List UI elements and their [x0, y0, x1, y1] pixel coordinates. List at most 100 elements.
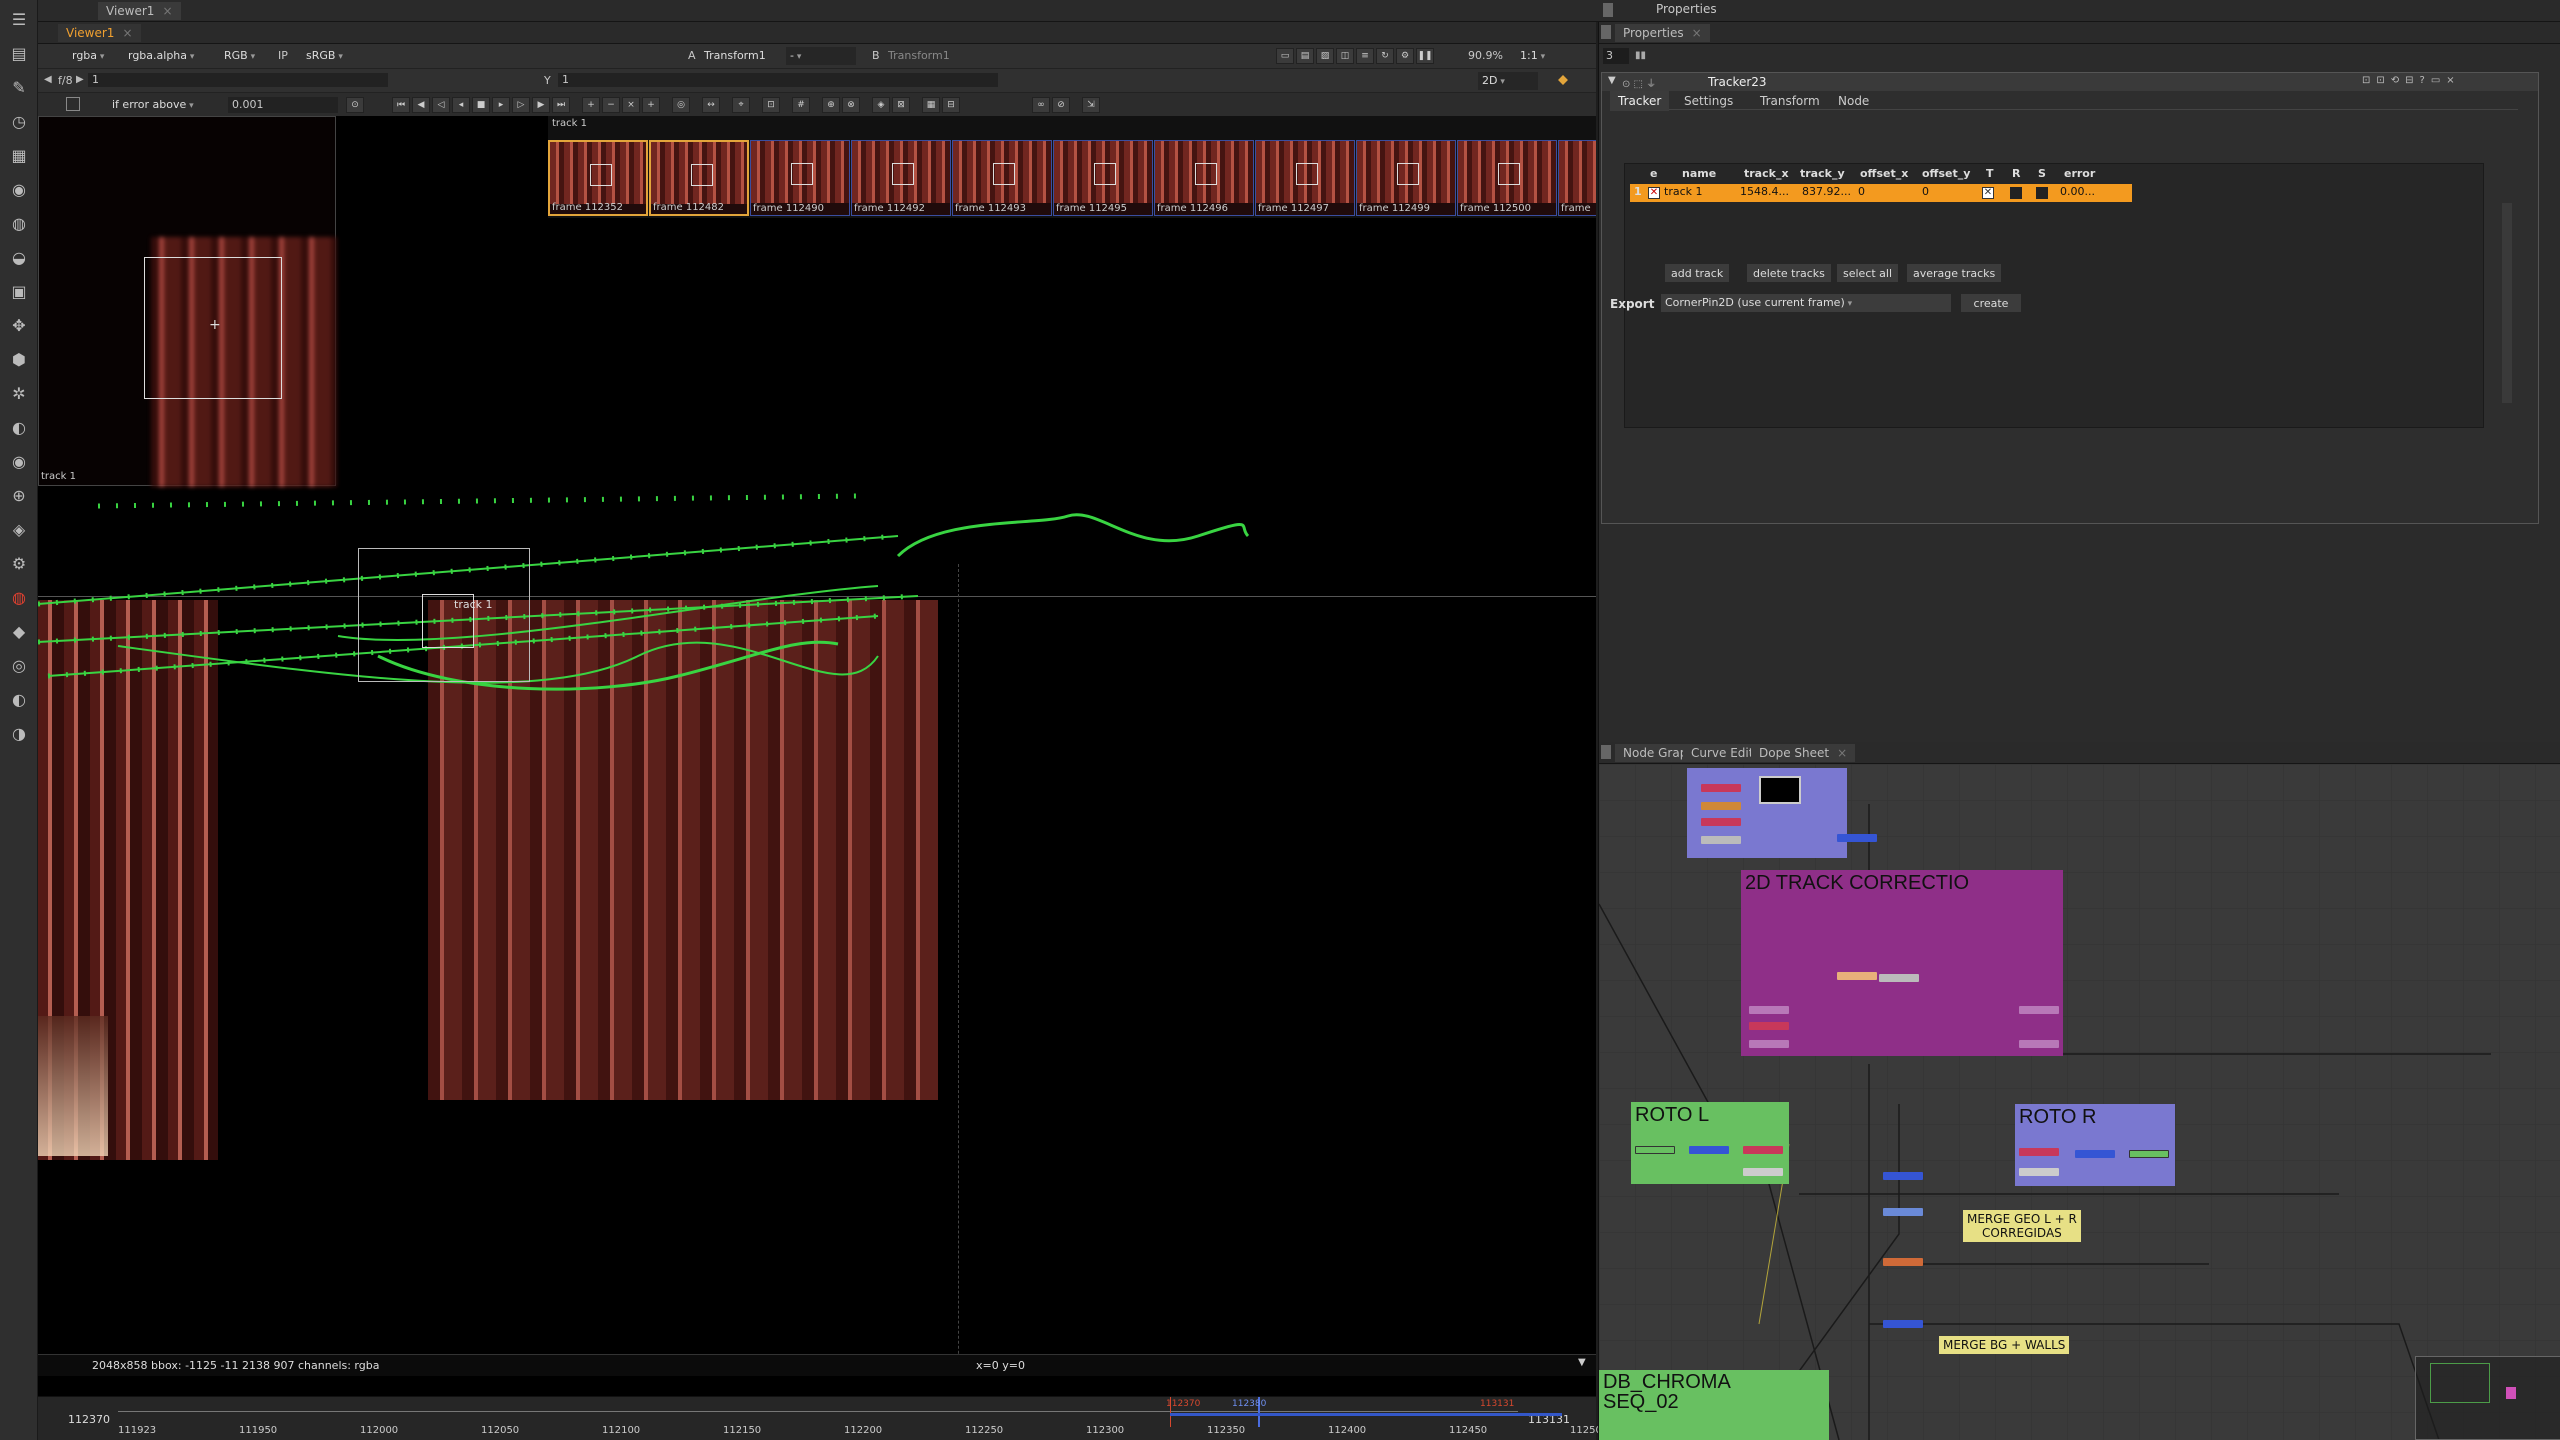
node[interactable] [1883, 1208, 1923, 1216]
show-error-icon[interactable]: ⊡ [762, 97, 780, 113]
keyframe-remove-icon[interactable]: − [602, 97, 620, 113]
t-checkbox[interactable]: ✕ [1982, 187, 1994, 199]
node[interactable] [1837, 972, 1877, 980]
tab-node[interactable]: Node [1830, 91, 1877, 111]
info-expand-icon[interactable]: ▼ [1578, 1357, 1586, 1368]
center-track-icon[interactable]: ◎ [672, 97, 690, 113]
node[interactable] [1701, 836, 1741, 844]
node[interactable] [2075, 1150, 2115, 1158]
row-track-y[interactable]: 837.92... [1802, 185, 1851, 198]
viewer-menu-icon[interactable]: ☰ [8, 8, 30, 30]
close-strip-icon[interactable]: ⊟ [942, 97, 960, 113]
tab-tracker[interactable]: Tracker [1610, 91, 1670, 111]
roi-icon[interactable]: ▭ [1276, 48, 1294, 64]
input-b-node[interactable]: Transform1 [888, 49, 950, 62]
select-all-button[interactable]: select all [1836, 263, 1900, 283]
tab-dope-sheet[interactable]: Dope Sheet × [1751, 744, 1856, 762]
keyframe-thumb[interactable]: frame [1558, 140, 1596, 216]
alpha-dropdown[interactable]: rgba.alpha [124, 47, 198, 65]
keyframe-clear-icon[interactable]: × [622, 97, 640, 113]
auto-key-icon[interactable]: ◈ [872, 97, 890, 113]
collapse-icon[interactable]: ▼ [1608, 75, 1616, 86]
track-range-icon[interactable]: ↔ [702, 97, 720, 113]
ip-toggle[interactable]: IP [278, 49, 288, 62]
paint-icon[interactable]: ✎ [8, 76, 30, 98]
node[interactable] [1749, 1022, 1789, 1030]
keyframe-thumb[interactable]: frame 112495 [1053, 140, 1153, 216]
filter-icon[interactable]: ◍ [8, 212, 30, 234]
fstop-value[interactable]: f/8 [58, 74, 73, 87]
average-tracks-button[interactable]: average tracks [1906, 263, 2003, 283]
tab-properties[interactable]: Properties × [1615, 24, 1710, 42]
plugin-icon[interactable]: ◑ [8, 722, 30, 744]
column-header[interactable]: track_x [1744, 167, 1789, 180]
grid-icon[interactable]: # [792, 97, 810, 113]
export-icon[interactable]: ⇲ [1082, 97, 1100, 113]
input-a-node[interactable]: Transform1 [704, 49, 766, 62]
snap-icon[interactable]: ⌖ [732, 97, 750, 113]
track-backward-icon[interactable]: ◀ [412, 97, 430, 113]
pane-menu-icon[interactable] [1601, 745, 1611, 759]
node[interactable] [1749, 1040, 1789, 1048]
ratio-dropdown[interactable]: 1:1 [1516, 47, 1560, 65]
nuke-icon[interactable]: ◎ [8, 654, 30, 676]
keyframe-thumb[interactable]: frame 112493 [952, 140, 1052, 216]
lock-icon[interactable]: ▮▮ [1635, 50, 1646, 61]
tab-settings[interactable]: Settings [1676, 91, 1741, 111]
sticky-merge-bg[interactable]: MERGE BG + WALLS [1939, 1336, 2070, 1354]
zoom-window-icon[interactable]: ⊕ [822, 97, 840, 113]
furnace-icon[interactable]: ◍ [8, 586, 30, 608]
node[interactable] [1883, 1258, 1923, 1266]
node[interactable] [1879, 974, 1919, 982]
node[interactable] [2019, 1148, 2059, 1156]
timeline[interactable]: 112370 113131 112370 112380 113131 11192… [38, 1396, 1608, 1440]
other-icon[interactable]: ⚙ [8, 552, 30, 574]
column-header[interactable]: T [1986, 167, 1994, 180]
delete-tracks-button[interactable]: delete tracks [1746, 263, 1832, 283]
roto-icon[interactable]: ▤ [8, 42, 30, 64]
play-back-icon[interactable]: ◂ [452, 97, 470, 113]
node[interactable] [2129, 1150, 2169, 1158]
keys-strip-icon[interactable]: ▦ [922, 97, 940, 113]
node-thumbnail[interactable] [1759, 776, 1801, 804]
node[interactable] [1749, 1006, 1789, 1014]
node[interactable] [1743, 1168, 1783, 1176]
error-mode-dropdown[interactable]: if error above [108, 96, 218, 114]
keyframe-thumb[interactable]: frame 112352 [548, 140, 648, 216]
keyer-icon[interactable]: ◒ [8, 246, 30, 268]
add-track-icon[interactable]: + [642, 97, 660, 113]
keyframe-thumb[interactable]: frame 112492 [851, 140, 951, 216]
row-offset-y[interactable]: 0 [1922, 185, 1929, 198]
backdrop-db-chroma[interactable]: DB_CHROMA SEQ_02 [1599, 1370, 1829, 1440]
track-forward-icon[interactable]: ▶ [532, 97, 550, 113]
node-graph-pane[interactable]: 2D TRACK CORRECTIO ROTO L ROTO R DB_CHRO… [1598, 742, 2560, 1440]
refresh-icon[interactable]: ↻ [1376, 48, 1394, 64]
colorspace-dropdown[interactable]: sRGB [302, 47, 412, 65]
enable-checkbox[interactable]: ✕ [1648, 187, 1660, 199]
node[interactable] [1883, 1172, 1923, 1180]
navigator-minimap[interactable] [2415, 1356, 2560, 1440]
column-header[interactable]: offset_y [1922, 167, 1970, 180]
row-offset-x[interactable]: 0 [1858, 185, 1865, 198]
color-icon[interactable]: ◉ [8, 178, 30, 200]
deep-icon[interactable]: ◐ [8, 416, 30, 438]
keyframe-thumb[interactable]: frame 112496 [1154, 140, 1254, 216]
stop-icon[interactable]: ■ [472, 97, 490, 113]
clear-keys-icon[interactable]: ⊠ [892, 97, 910, 113]
node[interactable] [1837, 834, 1877, 842]
step-forward-icon[interactable]: ▷ [512, 97, 530, 113]
node[interactable] [1701, 802, 1741, 810]
particles-icon[interactable]: ✲ [8, 382, 30, 404]
gain-field[interactable]: 1 [88, 73, 388, 87]
column-header[interactable]: track_y [1800, 167, 1845, 180]
export-dropdown[interactable]: CornerPin2D (use current frame) [1660, 293, 1952, 313]
row-error[interactable]: 0.00... [2060, 185, 2095, 198]
properties-scrollbar[interactable] [2502, 203, 2512, 403]
node-name[interactable]: Tracker23 [1708, 75, 1767, 89]
node[interactable] [2019, 1040, 2059, 1048]
node[interactable] [2019, 1006, 2059, 1014]
keyframe-thumb[interactable]: frame 112490 [750, 140, 850, 216]
tab-viewer1[interactable]: Viewer1 × [58, 24, 141, 42]
rgb-dropdown[interactable]: RGB [220, 47, 259, 65]
node[interactable] [1883, 1320, 1923, 1328]
